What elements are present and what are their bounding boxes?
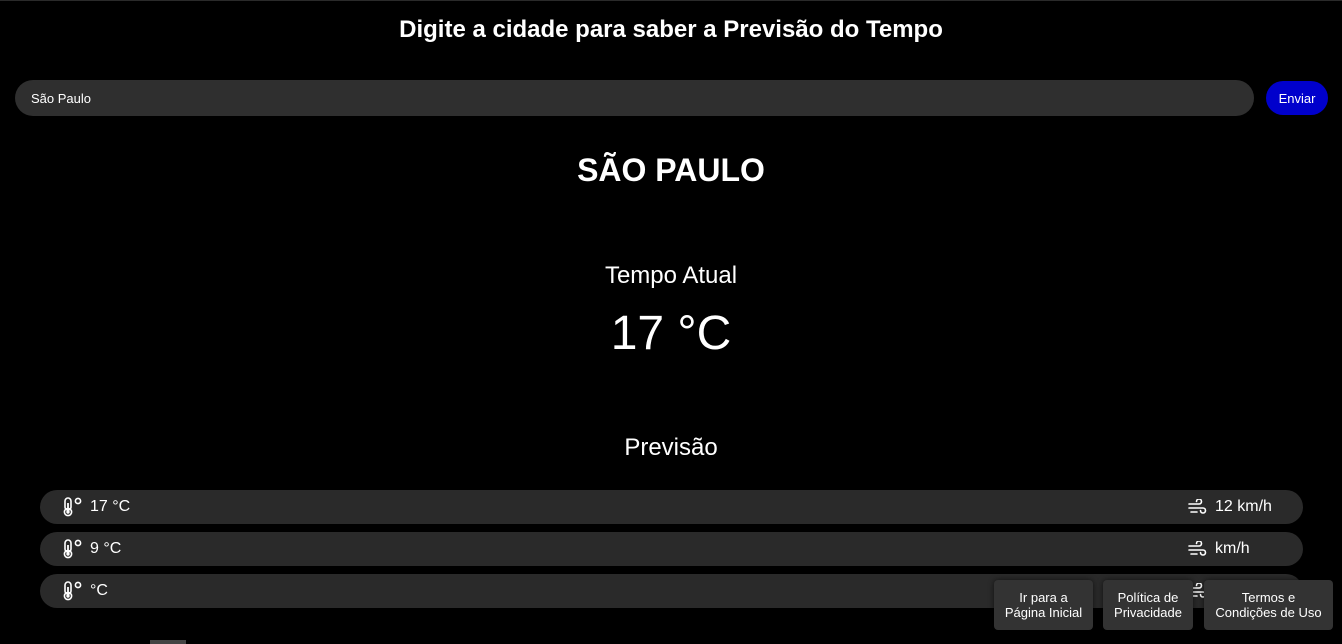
send-button[interactable]: Enviar xyxy=(1266,81,1328,115)
home-page-link[interactable]: Ir para a Página Inicial xyxy=(994,580,1093,630)
page-title: Digite a cidade para saber a Previsão do… xyxy=(399,16,943,43)
wind-icon xyxy=(1188,541,1208,557)
forecast-temperature: °C xyxy=(90,582,108,599)
forecast-temp-group: 9 °C xyxy=(62,532,121,566)
forecast-temp-group: °C xyxy=(62,574,108,608)
thermometer-icon xyxy=(62,581,84,601)
forecast-wind-speed: 12 km/h xyxy=(1215,498,1272,515)
city-name: SÃO PAULO xyxy=(577,152,765,188)
terms-link-line2: Condições de Uso xyxy=(1215,605,1322,620)
forecast-row: 9 °C km/h xyxy=(40,532,1303,566)
horizontal-scrollbar-thumb[interactable] xyxy=(150,640,186,644)
forecast-row: 17 °C 12 km/h xyxy=(40,490,1303,524)
forecast-heading: Previsão xyxy=(624,434,718,461)
current-weather-heading: Tempo Atual xyxy=(604,262,738,289)
wind-icon xyxy=(1188,499,1208,515)
thermometer-icon xyxy=(62,539,84,559)
thermometer-icon xyxy=(62,497,84,517)
forecast-wind-group: 12 km/h xyxy=(1188,490,1272,524)
forecast-wind-group: km/h xyxy=(1188,532,1250,566)
home-link-line2: Página Inicial xyxy=(1004,605,1083,620)
home-link-line1: Ir para a xyxy=(1019,590,1068,605)
terms-link-line1: Termos e xyxy=(1241,590,1296,605)
terms-of-use-link[interactable]: Termos e Condições de Uso xyxy=(1204,580,1333,630)
privacy-policy-link[interactable]: Política de Privacidade xyxy=(1103,580,1193,630)
forecast-temperature: 17 °C xyxy=(90,498,131,515)
privacy-link-line2: Privacidade xyxy=(1114,605,1182,620)
forecast-wind-speed: km/h xyxy=(1215,540,1250,557)
forecast-temperature: 9 °C xyxy=(90,540,122,557)
forecast-temp-group: 17 °C xyxy=(62,490,130,524)
privacy-link-line1: Política de xyxy=(1117,590,1179,605)
current-temperature: 17 °C xyxy=(610,307,732,360)
city-search-input[interactable] xyxy=(15,80,1254,116)
top-divider xyxy=(0,0,1342,1)
